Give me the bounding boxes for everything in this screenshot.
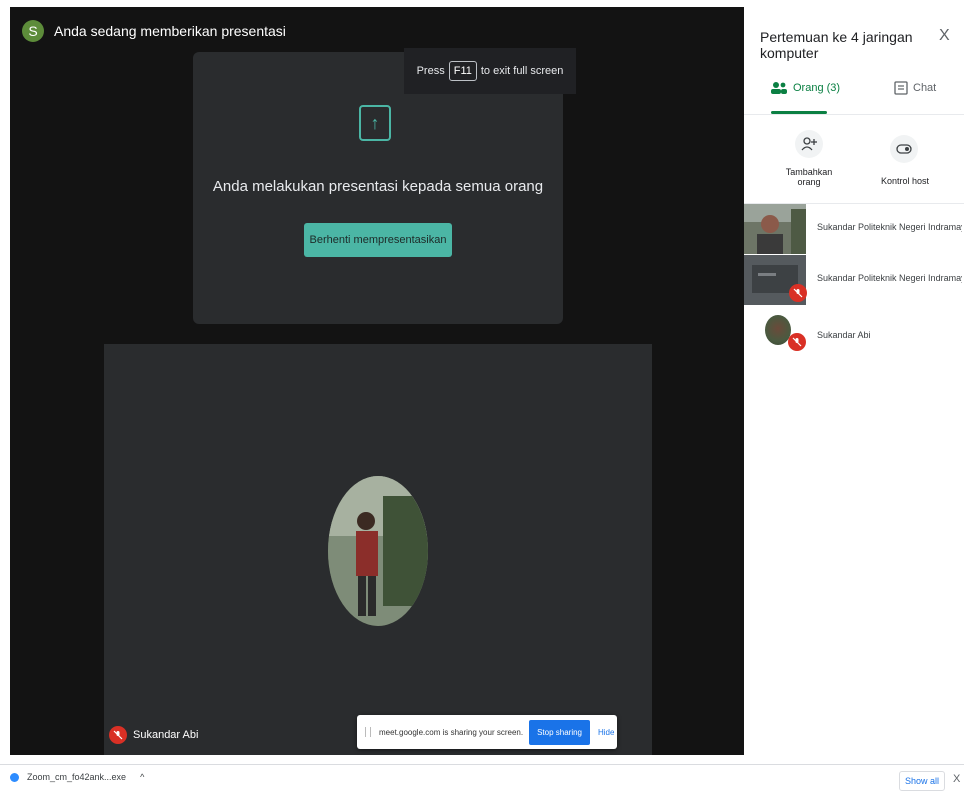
tab-chat[interactable]: Chat xyxy=(894,81,936,95)
meeting-stage: S Anda sedang memberikan presentasi ↑ An… xyxy=(10,7,744,755)
list-item[interactable]: Sukandar Politeknik Negeri Indramay... xyxy=(744,255,964,305)
participant-label: Sukandar Abi xyxy=(109,726,198,744)
chevron-up-icon[interactable]: ^ xyxy=(140,772,144,782)
list-item[interactable]: Sukandar Politeknik Negeri Indramay... xyxy=(744,204,964,254)
presentation-message: Anda melakukan presentasi kepada semua o… xyxy=(212,178,544,195)
avatar: S xyxy=(22,20,44,42)
tab-chat-label: Chat xyxy=(913,82,937,94)
meeting-title: Pertemuan ke 4 jaringan komputer xyxy=(760,29,913,61)
participant-name: Sukandar Abi xyxy=(817,330,871,340)
tab-people-label: Orang (3) xyxy=(793,82,841,94)
add-person-icon[interactable] xyxy=(795,130,823,158)
download-filename: Zoom_cm_fo42ank...exe xyxy=(27,772,127,782)
list-item[interactable]: Sukandar Abi xyxy=(744,306,964,356)
drag-handle-icon[interactable] xyxy=(365,727,371,737)
side-panel: Pertemuan ke 4 jaringan komputer X Orang… xyxy=(744,7,964,755)
download-bar: Zoom_cm_fo42ank...exe ^ Show all X xyxy=(0,764,964,795)
upload-icon: ↑ xyxy=(359,105,391,141)
close-panel-button[interactable]: X xyxy=(939,27,950,45)
close-download-bar-button[interactable]: X xyxy=(953,773,960,785)
screen-share-bar: meet.google.com is sharing your screen. … xyxy=(357,715,617,749)
participant-name: Sukandar Politeknik Negeri Indramay... xyxy=(817,222,962,232)
host-control-icon[interactable] xyxy=(890,135,918,163)
participant-name: Sukandar Abi xyxy=(133,729,199,741)
participant-photo-art xyxy=(328,476,428,626)
add-person-label[interactable]: Tambahkan orang xyxy=(774,167,844,187)
chat-icon xyxy=(894,81,908,95)
fullscreen-tip: Press F11 to exit full screen xyxy=(404,48,576,94)
tab-people[interactable]: Orang (3) xyxy=(770,81,840,95)
mic-off-icon xyxy=(789,284,807,302)
share-status-text: meet.google.com is sharing your screen. xyxy=(379,727,524,737)
download-item[interactable]: Zoom_cm_fo42ank...exe ^ xyxy=(10,772,144,782)
participant-photo xyxy=(328,476,428,626)
show-all-button[interactable]: Show all xyxy=(899,771,945,791)
mic-off-icon xyxy=(788,333,806,351)
hide-link[interactable]: Hide xyxy=(598,728,614,737)
participant-thumbnail xyxy=(744,204,806,254)
participant-tile[interactable]: Sukandar Abi xyxy=(104,344,652,755)
presenting-title: Anda sedang memberikan presentasi xyxy=(54,23,286,39)
stop-presenting-button[interactable]: Berhenti mempresentasikan xyxy=(304,223,452,257)
mic-off-icon xyxy=(109,726,127,744)
f11-key: F11 xyxy=(448,61,477,81)
participant-name: Sukandar Politeknik Negeri Indramay... xyxy=(817,273,962,283)
presenting-header: S Anda sedang memberikan presentasi xyxy=(22,17,286,45)
people-icon xyxy=(771,82,787,94)
fullscreen-tip-press: Press xyxy=(416,65,445,77)
tabs-divider xyxy=(744,114,964,115)
stop-sharing-button[interactable]: Stop sharing xyxy=(529,719,590,745)
host-control-label[interactable]: Kontrol host xyxy=(870,176,940,186)
zoom-file-icon xyxy=(10,772,19,782)
fullscreen-tip-rest: to exit full screen xyxy=(480,65,564,77)
